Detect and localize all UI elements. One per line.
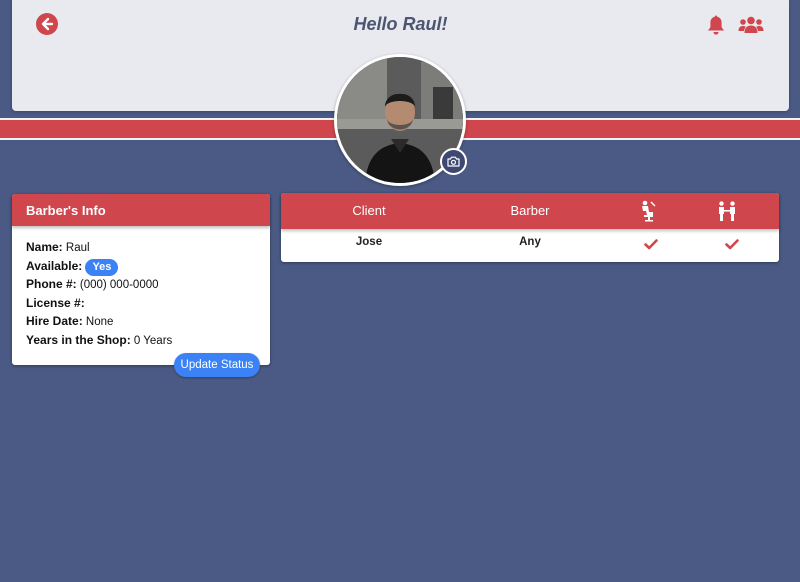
hire-date-value: None bbox=[85, 316, 114, 328]
license-row: License #: bbox=[26, 294, 256, 313]
years-value: 0 Years bbox=[133, 334, 173, 347]
hire-date-label: Hire Date: bbox=[26, 314, 83, 328]
update-status-button[interactable]: Update Status bbox=[174, 353, 260, 377]
queue-row-client: Jose bbox=[355, 236, 383, 248]
seated-check-icon bbox=[644, 239, 658, 250]
barber-info-title: Barber's Info bbox=[12, 194, 270, 226]
license-label: License #: bbox=[26, 295, 85, 310]
change-photo-button[interactable] bbox=[440, 148, 467, 175]
years-row: Years in the Shop: 0 Years bbox=[26, 331, 256, 350]
available-label: Available: bbox=[26, 258, 83, 273]
phone-row: Phone #: (000) 000-0000 bbox=[26, 275, 256, 294]
haircut-chair-icon bbox=[642, 200, 656, 222]
users-icon[interactable] bbox=[738, 15, 764, 35]
hire-date-row: Hire Date: None bbox=[26, 312, 256, 331]
years-label: Years in the Shop: bbox=[26, 332, 131, 347]
bell-icon[interactable] bbox=[706, 14, 726, 36]
phone-value: (000) 000-0000 bbox=[79, 279, 159, 291]
client-queue-card: Client Barber Jose Any bbox=[281, 193, 779, 262]
barber-info-card: Barber's Info Name: Raul Available: Yes … bbox=[12, 194, 270, 365]
name-label: Name: bbox=[26, 240, 63, 254]
available-badge: Yes bbox=[85, 258, 119, 276]
handshake-icon bbox=[719, 201, 735, 221]
column-client: Client bbox=[352, 203, 386, 218]
phone-label: Phone #: bbox=[26, 277, 77, 291]
queue-row-barber: Any bbox=[519, 236, 541, 248]
served-check-icon bbox=[725, 239, 739, 250]
column-barber: Barber bbox=[510, 203, 550, 218]
name-value: Raul bbox=[65, 242, 90, 254]
name-row: Name: Raul bbox=[26, 238, 256, 257]
camera-icon bbox=[447, 156, 460, 167]
greeting-title: Hello Raul! bbox=[353, 14, 448, 34]
available-row: Available: Yes bbox=[26, 257, 256, 276]
